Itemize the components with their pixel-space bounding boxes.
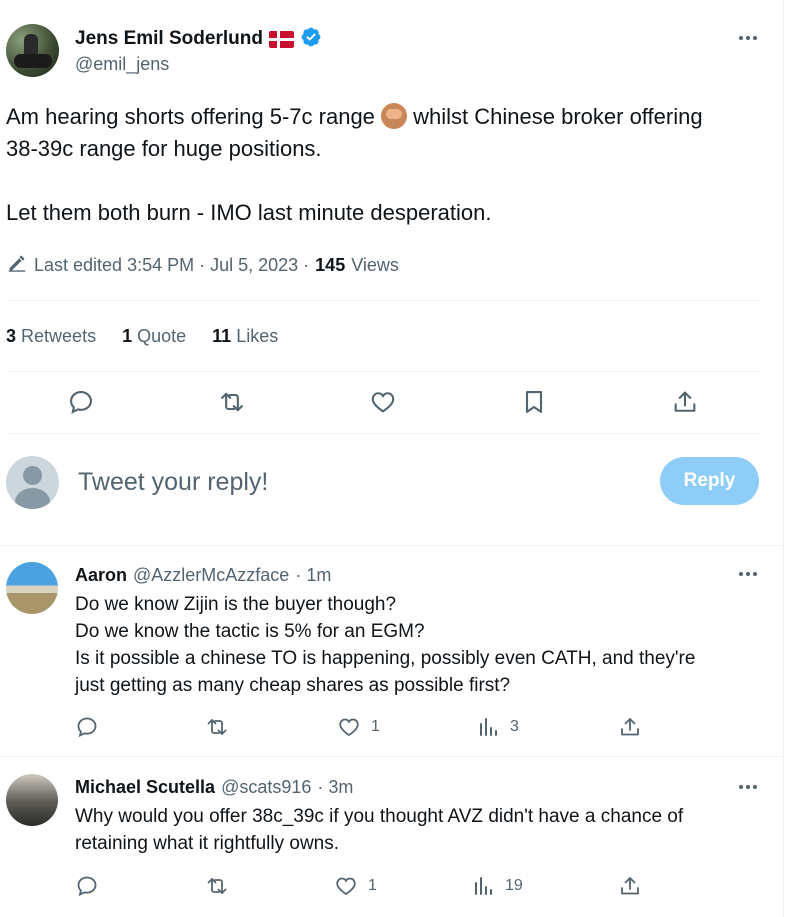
author-avatar[interactable] (6, 24, 59, 77)
views-button[interactable]: 19 (471, 874, 523, 898)
reply-line: Do we know Zijin is the buyer though? (75, 594, 397, 615)
views-label: Views (351, 254, 399, 275)
like-icon (336, 877, 356, 896)
author-handle[interactable]: @emil_jens (75, 54, 169, 75)
edited-label[interactable]: Last edited 3:54 PM · Jul 5, 2023 · (34, 255, 309, 276)
reply-button[interactable]: Reply (660, 457, 759, 505)
more-icon[interactable] (736, 33, 760, 43)
views-count: 3 (510, 718, 519, 735)
tweet-meta: Last edited 3:54 PM · Jul 5, 2023 · 145 … (6, 252, 399, 278)
like-count: 1 (368, 877, 377, 894)
reply-author-handle[interactable]: @scats916 (221, 777, 311, 798)
reply-author-handle[interactable]: @AzzlerMcAzzface (133, 565, 289, 586)
like-count: 1 (371, 718, 380, 735)
divider (6, 300, 760, 301)
tweet-text: Am hearing shorts offering 5-7c range wh… (6, 101, 766, 229)
retweet-icon[interactable] (218, 388, 246, 416)
more-icon[interactable] (736, 569, 760, 579)
engagement-stats: 3 Retweets 1 Quote 11 Likes (6, 324, 278, 348)
column-border (783, 0, 784, 917)
reply-author-name[interactable]: Aaron (75, 565, 127, 586)
more-icon[interactable] (736, 782, 760, 792)
retweet-icon[interactable] (205, 874, 229, 898)
reply-line: Is it possible a chinese TO is happening… (75, 648, 696, 669)
reply-header: Aaron @AzzlerMcAzzface · 1m (75, 563, 331, 587)
views-count: 19 (505, 877, 523, 894)
tweet-text-line2: 38-39c range for huge positions. (6, 136, 322, 161)
views-count: 145 (315, 254, 346, 275)
reply-actions: 1 3 (75, 713, 755, 741)
quotes-stat[interactable]: 1 Quote (122, 326, 186, 347)
pencil-icon (6, 252, 28, 279)
tweet-text-line1b: whilst Chinese broker offering (407, 104, 703, 129)
bookmark-icon[interactable] (520, 388, 548, 416)
reply-text: Why would you offer 38c_39c if you thoug… (75, 803, 775, 857)
reply-input[interactable]: Tweet your reply! (78, 466, 268, 498)
reply-avatar-aaron[interactable] (6, 562, 58, 614)
views-button[interactable]: 3 (476, 715, 519, 739)
retweets-stat[interactable]: 3 Retweets (6, 326, 96, 347)
reply-time[interactable]: · 1m (295, 565, 331, 586)
retweet-icon[interactable] (205, 715, 229, 739)
share-icon[interactable] (618, 715, 642, 739)
share-icon[interactable] (618, 874, 642, 898)
denmark-flag-icon (268, 30, 294, 48)
reply-text: Do we know Zijin is the buyer though? Do… (75, 591, 775, 699)
reply-icon[interactable] (67, 388, 95, 416)
monkey-emoji-icon (381, 103, 408, 129)
divider (6, 433, 760, 434)
default-avatar-icon (6, 456, 59, 509)
like-button[interactable]: 1 (334, 874, 377, 898)
reply-author-name[interactable]: Michael Scutella (75, 777, 215, 798)
reply-icon[interactable] (75, 874, 99, 898)
reply-line: Why would you offer 38c_39c if you thoug… (75, 806, 684, 827)
reply-actions: 1 19 (75, 872, 755, 900)
divider (0, 545, 783, 546)
views-icon (480, 718, 497, 736)
reply-line: Do we know the tactic is 5% for an EGM? (75, 621, 425, 642)
like-icon (339, 718, 359, 737)
share-icon[interactable] (671, 388, 699, 416)
views-icon (475, 877, 492, 895)
like-button[interactable]: 1 (337, 715, 380, 739)
like-icon[interactable] (369, 388, 397, 416)
reply-time[interactable]: · 3m (317, 777, 353, 798)
reply-header: Michael Scutella @scats916 · 3m (75, 775, 353, 799)
divider (0, 756, 783, 757)
reply-line: retaining what it rightfully owns. (75, 833, 340, 854)
reply-line: just getting as many cheap shares as pos… (75, 675, 511, 696)
author-name-row[interactable]: Jens Emil Soderlund (75, 27, 322, 51)
reply-avatar-michael[interactable] (6, 774, 58, 826)
likes-stat[interactable]: 11 Likes (212, 326, 278, 347)
divider (6, 371, 760, 372)
verified-badge-icon (300, 26, 322, 53)
tweet-text-line3: Let them both burn - IMO last minute des… (6, 200, 492, 225)
tweet-text-line1a: Am hearing shorts offering 5-7c range (6, 104, 382, 129)
reply-icon[interactable] (75, 715, 99, 739)
author-name[interactable]: Jens Emil Soderlund (75, 28, 263, 50)
